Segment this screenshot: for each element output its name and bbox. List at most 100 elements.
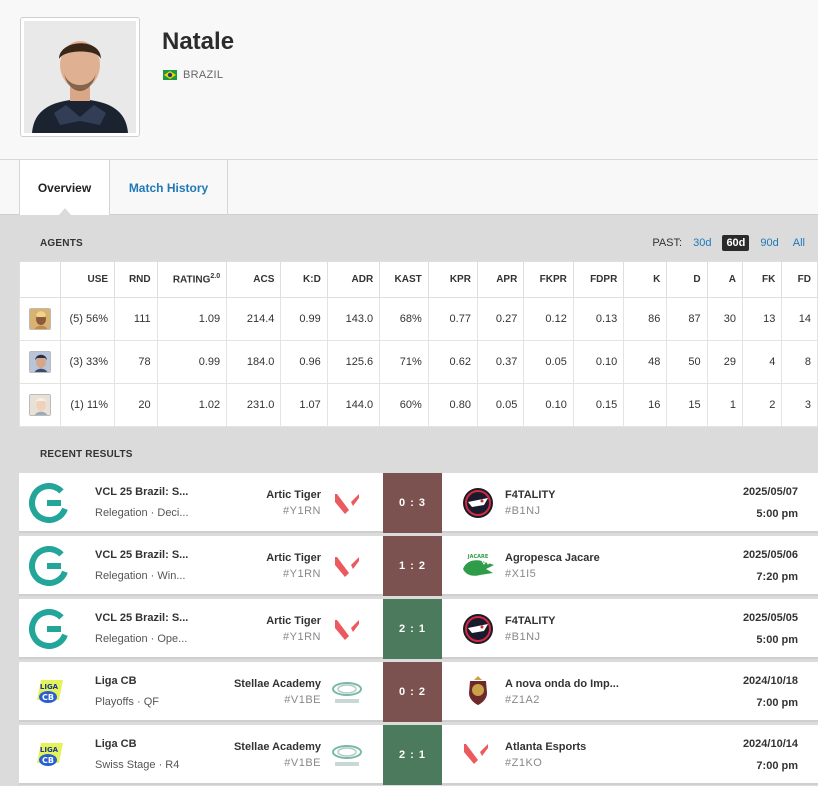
stellae-logo-icon — [331, 740, 363, 770]
table-cell: 4 — [742, 340, 783, 384]
player-photo-icon — [24, 21, 136, 133]
table-cell: 231.0 — [226, 383, 282, 427]
table-cell: (1) 11% — [60, 383, 116, 427]
column-header[interactable]: D — [666, 261, 708, 298]
tab-match-history[interactable]: Match History — [110, 160, 228, 215]
team2: F4TALITY #B1NJ — [505, 489, 556, 517]
table-cell: 0.37 — [476, 340, 525, 384]
svg-text:CB: CB — [42, 756, 54, 765]
team1: Artic Tiger #Y1RN — [266, 615, 321, 643]
match-score: 0 : 2 — [383, 662, 442, 722]
table-cell: 184.0 — [226, 340, 282, 384]
table-cell: 30 — [706, 297, 744, 341]
column-header[interactable]: ACS — [226, 261, 282, 298]
event-name: VCL 25 Brazil: S... — [95, 549, 189, 561]
column-header[interactable]: FK — [742, 261, 783, 298]
jacare-logo-icon: JACARE — [460, 549, 496, 583]
table-cell: 1.07 — [280, 383, 328, 427]
column-header[interactable]: FD — [781, 261, 818, 298]
result-row[interactable]: VCL 25 Brazil: S... Relegation · Deci... A… — [19, 473, 818, 533]
agents-section-title: AGENTS — [40, 238, 83, 249]
column-header[interactable]: USE — [60, 261, 116, 298]
column-header[interactable]: FKPR — [523, 261, 574, 298]
time-filter: PAST: 30d 60d 90d All — [652, 235, 808, 251]
result-row[interactable]: VCL 25 Brazil: S... Relegation · Ope... Ar… — [19, 599, 818, 659]
column-header[interactable]: KAST — [379, 261, 429, 298]
match-time: 7:00 pm — [756, 760, 798, 772]
column-header[interactable]: FDPR — [572, 261, 625, 298]
event-stage: Swiss Stage · R4 — [95, 759, 180, 771]
time-filter-label: PAST: — [652, 237, 683, 249]
table-cell: 0.62 — [427, 340, 478, 384]
match-date: 2025/05/06 — [742, 549, 798, 561]
team2-name: F4TALITY — [505, 615, 556, 627]
table-cell: 71% — [379, 340, 429, 384]
player-header: Natale BRAZIL — [0, 0, 818, 160]
table-cell: (3) 33% — [60, 340, 116, 384]
team2-name: Agropesca Jacare — [505, 552, 600, 564]
team2-name: Atlanta Esports — [505, 741, 587, 753]
filter-90d[interactable]: 90d — [757, 235, 781, 251]
column-header[interactable]: KPR — [427, 261, 478, 298]
team2-tag: #B1NJ — [505, 631, 541, 643]
team1-tag: #Y1RN — [283, 631, 321, 643]
column-header[interactable]: ADR — [326, 261, 381, 298]
gamers-club-logo-icon — [29, 546, 69, 586]
tab-overview[interactable]: Overview — [19, 160, 110, 215]
stellae-logo-icon — [331, 677, 363, 707]
agent-portrait-1-icon — [29, 308, 52, 330]
match-score: 0 : 3 — [383, 473, 442, 533]
f4tality-logo-icon — [460, 612, 496, 646]
match-date: 2025/05/05 — [742, 612, 798, 624]
table-cell: 87 — [666, 297, 708, 341]
table-cell: 0.96 — [280, 340, 328, 384]
column-header[interactable]: APR — [476, 261, 525, 298]
table-cell: 144.0 — [326, 383, 381, 427]
team1: Artic Tiger #Y1RN — [266, 489, 321, 517]
column-header-rating[interactable]: RATING2.0 — [156, 261, 228, 298]
liga-cb-logo-icon: LIGA CB — [29, 735, 69, 775]
result-row[interactable]: LIGA CB Liga CB Swiss Stage · R4 Stellae Aca… — [19, 725, 818, 785]
team1-tag: #Y1RN — [283, 568, 321, 580]
svg-text:JACARE: JACARE — [467, 554, 489, 560]
table-cell: 68% — [379, 297, 429, 341]
event-stage: Playoffs · QF — [95, 696, 159, 708]
table-cell: 1.09 — [156, 297, 228, 341]
svg-text:CB: CB — [42, 693, 54, 702]
table-cell: 0.99 — [280, 297, 328, 341]
filter-30d[interactable]: 30d — [690, 235, 714, 251]
table-cell: 214.4 — [226, 297, 282, 341]
agents-stats-table: USE RND RATING2.0 ACS K:D ADR KAST KPR A… — [18, 261, 818, 427]
table-cell: 8 — [781, 340, 818, 384]
gamers-club-logo-icon — [29, 609, 69, 649]
result-row[interactable]: LIGA CB Liga CB Playoffs · QF Stellae Academ… — [19, 662, 818, 722]
column-header[interactable]: K:D — [280, 261, 328, 298]
column-header[interactable]: RND — [114, 261, 158, 298]
recent-results-title: RECENT RESULTS — [40, 449, 133, 460]
team2-name: A nova onda do Imp... — [505, 678, 619, 690]
filter-all[interactable]: All — [790, 235, 808, 251]
result-row[interactable]: VCL 25 Brazil: S... Relegation · Win... Ar… — [19, 536, 818, 596]
table-cell: 0.05 — [476, 383, 525, 427]
event-stage: Relegation · Ope... — [95, 633, 188, 645]
team1-tag: #V1BE — [284, 757, 321, 769]
table-cell: 0.13 — [572, 297, 625, 341]
team1-tag: #Y1RN — [283, 505, 321, 517]
gamers-club-logo-icon — [29, 483, 69, 523]
table-cell: 0.12 — [523, 297, 574, 341]
table-cell: 0.27 — [476, 297, 525, 341]
agent-cell — [18, 340, 62, 384]
table-cell: 16 — [623, 383, 668, 427]
team2: A nova onda do Imp... #Z1A2 — [505, 678, 619, 706]
table-cell: 125.6 — [326, 340, 381, 384]
team2: Agropesca Jacare #X1I5 — [505, 552, 600, 580]
country-name: BRAZIL — [183, 69, 224, 81]
table-cell: 0.05 — [523, 340, 574, 384]
filter-60d[interactable]: 60d — [722, 235, 750, 251]
table-cell: 143.0 — [326, 297, 381, 341]
team1: Artic Tiger #Y1RN — [266, 552, 321, 580]
active-tab-caret — [59, 208, 71, 215]
column-header[interactable]: A — [706, 261, 744, 298]
column-header[interactable]: K — [623, 261, 668, 298]
table-cell: 60% — [379, 383, 429, 427]
